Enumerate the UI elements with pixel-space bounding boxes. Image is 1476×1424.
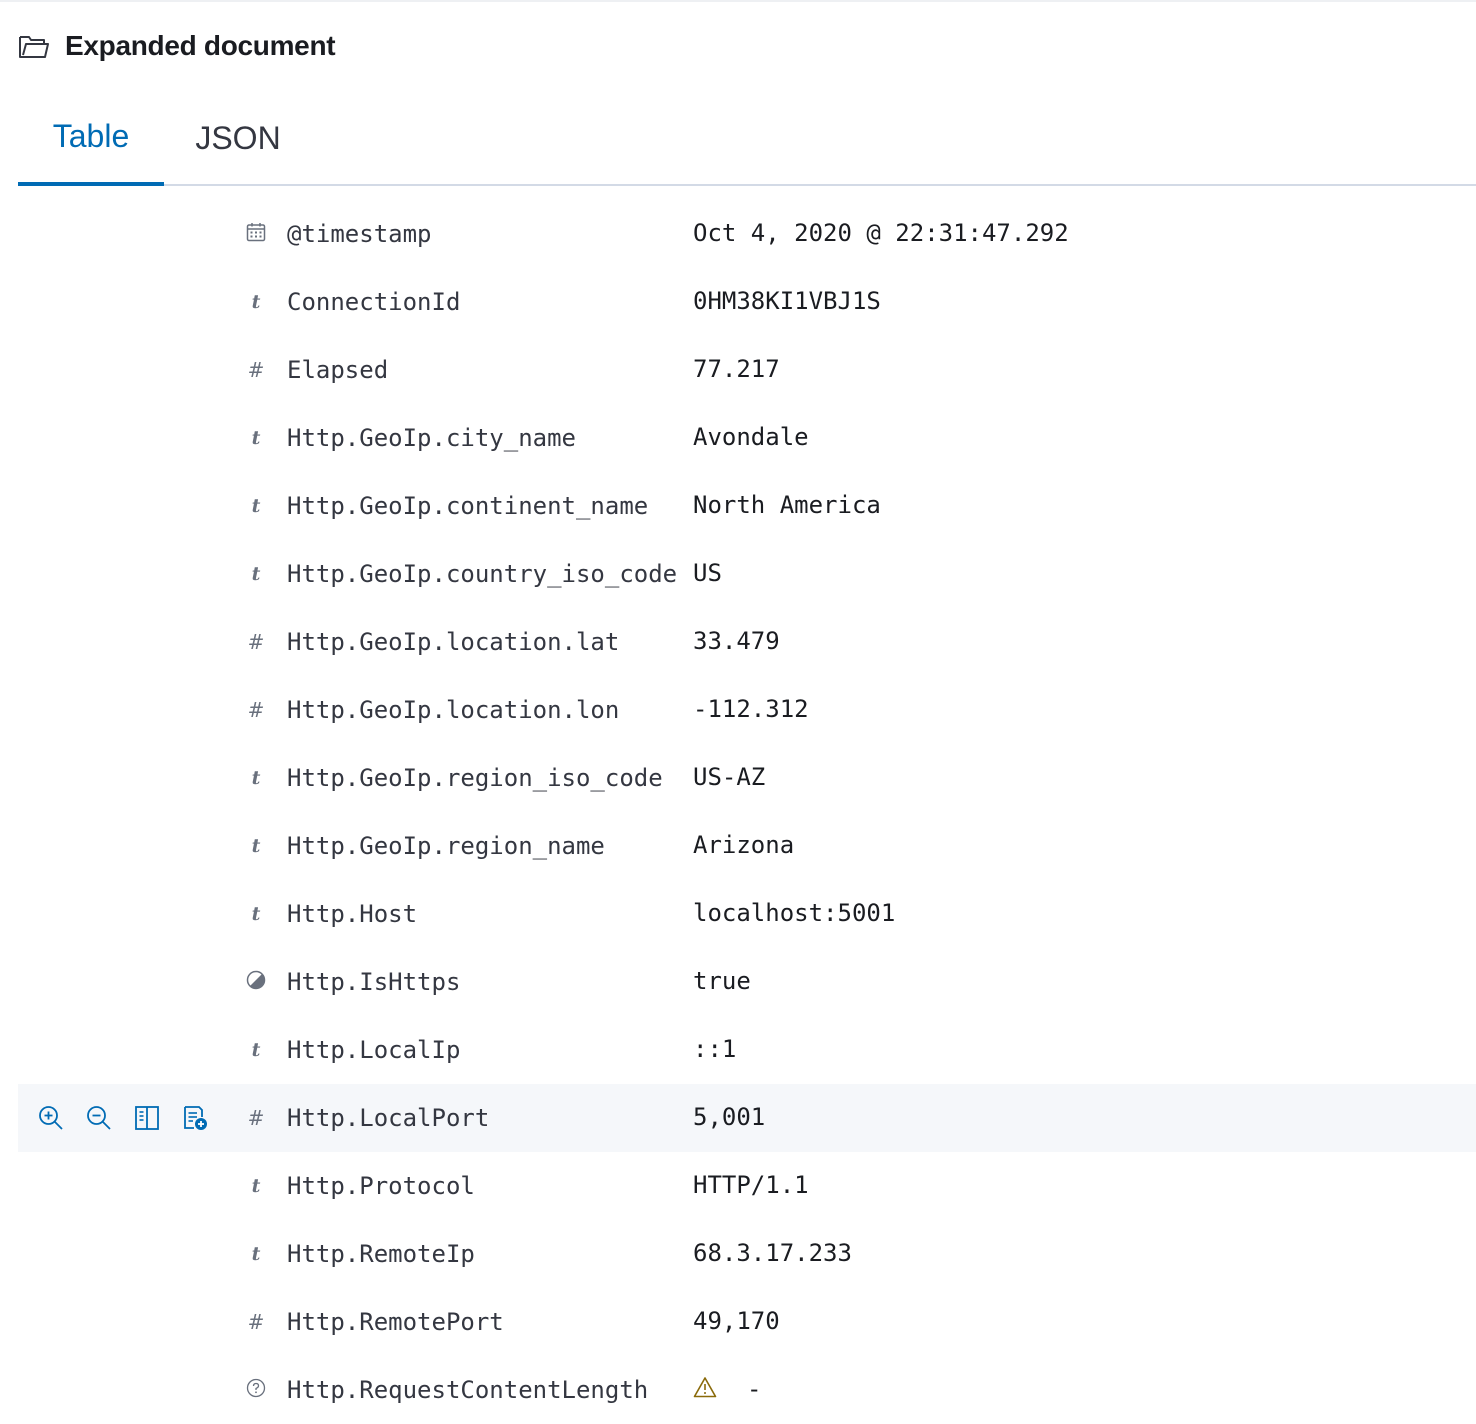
filter-out-value-icon[interactable] (84, 1103, 114, 1133)
number-type-icon: # (247, 358, 265, 382)
table-row: Http.IsHttps true (18, 948, 1476, 1016)
field-value: - (693, 1356, 761, 1424)
field-value: localhost:5001 (693, 899, 896, 927)
string-type-icon: t (251, 1039, 261, 1061)
string-type-icon: t (251, 767, 261, 789)
table-row: t Http.RemoteIp 68.3.17.233 (18, 1220, 1476, 1288)
string-type-icon: t (251, 903, 261, 925)
string-type-icon: t (251, 495, 261, 517)
filter-for-value-icon[interactable] (36, 1103, 66, 1133)
table-row: t Http.GeoIp.region_name Arizona (18, 812, 1476, 880)
table-row: @timestamp Oct 4, 2020 @ 22:31:47.292 (18, 200, 1476, 268)
field-name: Http.Host (287, 900, 418, 928)
table-row: t Http.GeoIp.country_iso_code US (18, 540, 1476, 608)
unknown-type-icon (243, 1356, 269, 1424)
toggle-column-icon[interactable] (132, 1103, 162, 1133)
number-type-icon: # (247, 1106, 265, 1130)
field-name: Http.Protocol (287, 1172, 475, 1200)
field-value: North America (693, 491, 881, 519)
string-type-icon: t (251, 427, 261, 449)
field-name: Http.GeoIp.country_iso_code (287, 560, 678, 588)
field-name: Http.GeoIp.city_name (287, 424, 576, 452)
field-value: 0HM38KI1VBJ1S (693, 287, 881, 315)
field-value: HTTP/1.1 (693, 1171, 809, 1199)
flyout-title: Expanded document (65, 30, 336, 61)
flyout-header: Expanded document (18, 26, 336, 66)
field-name: Http.RequestContentLength (287, 1376, 649, 1404)
table-row: t ConnectionId 0HM38KI1VBJ1S (18, 268, 1476, 336)
field-value: Oct 4, 2020 @ 22:31:47.292 (693, 219, 1069, 247)
tab-table[interactable]: Table (18, 98, 164, 186)
field-name: ConnectionId (287, 288, 461, 316)
table-row: # Http.GeoIp.location.lon -112.312 (18, 676, 1476, 744)
field-name: Http.GeoIp.location.lat (287, 628, 620, 656)
string-type-icon: t (251, 563, 261, 585)
field-name: @timestamp (287, 220, 432, 248)
field-value: Avondale (693, 423, 809, 451)
tab-json[interactable]: JSON (178, 98, 298, 186)
field-value: -112.312 (693, 695, 809, 723)
number-type-icon: # (247, 630, 265, 654)
field-name: Http.LocalPort (287, 1104, 490, 1132)
field-name: Http.GeoIp.continent_name (287, 492, 649, 520)
string-type-icon: t (251, 835, 261, 857)
field-name: Http.IsHttps (287, 968, 461, 996)
folder-open-icon (18, 32, 50, 60)
field-value: 49,170 (693, 1307, 780, 1335)
field-value-text: - (747, 1375, 762, 1403)
field-value: Arizona (693, 831, 795, 859)
field-value: true (693, 967, 751, 995)
table-row: # Http.GeoIp.location.lat 33.479 (18, 608, 1476, 676)
field-value: 5,001 (693, 1103, 766, 1131)
field-value: 33.479 (693, 627, 780, 655)
top-border (0, 0, 1476, 2)
field-name: Http.GeoIp.region_name (287, 832, 605, 860)
table-row: t Http.Host localhost:5001 (18, 880, 1476, 948)
table-row: # Elapsed 77.217 (18, 336, 1476, 404)
filter-for-field-present-icon[interactable] (180, 1103, 210, 1133)
table-row: t Http.LocalIp ::1 (18, 1016, 1476, 1084)
table-row: t Http.GeoIp.region_iso_code US-AZ (18, 744, 1476, 812)
field-value: US-AZ (693, 763, 766, 791)
field-value: 68.3.17.233 (693, 1239, 852, 1267)
field-name: Http.GeoIp.region_iso_code (287, 764, 663, 792)
boolean-type-icon (243, 948, 269, 1016)
number-type-icon: # (247, 1310, 265, 1334)
row-actions (36, 1084, 228, 1152)
string-type-icon: t (251, 1175, 261, 1197)
string-type-icon: t (251, 1243, 261, 1265)
table-row: # Http.LocalPort 5,001 (18, 1084, 1476, 1152)
number-type-icon: # (247, 698, 265, 722)
field-name: Http.RemoteIp (287, 1240, 475, 1268)
field-name: Http.GeoIp.location.lon (287, 696, 620, 724)
field-name: Http.LocalIp (287, 1036, 461, 1064)
string-type-icon: t (251, 291, 261, 313)
doc-table: @timestamp Oct 4, 2020 @ 22:31:47.292 t … (18, 200, 1476, 1424)
table-row: t Http.GeoIp.continent_name North Americ… (18, 472, 1476, 540)
warning-icon (693, 1357, 717, 1423)
field-value: US (693, 559, 722, 587)
doc-view-tabs: Table JSON (18, 98, 1476, 186)
field-name: Http.RemotePort (287, 1308, 504, 1336)
table-row: # Http.RemotePort 49,170 (18, 1288, 1476, 1356)
table-row: Http.RequestContentLength - (18, 1356, 1476, 1424)
field-value: ::1 (693, 1035, 737, 1063)
date-type-icon (243, 200, 269, 268)
table-row: t Http.Protocol HTTP/1.1 (18, 1152, 1476, 1220)
field-value: 77.217 (693, 355, 780, 383)
table-row: t Http.GeoIp.city_name Avondale (18, 404, 1476, 472)
field-name: Elapsed (287, 356, 389, 384)
